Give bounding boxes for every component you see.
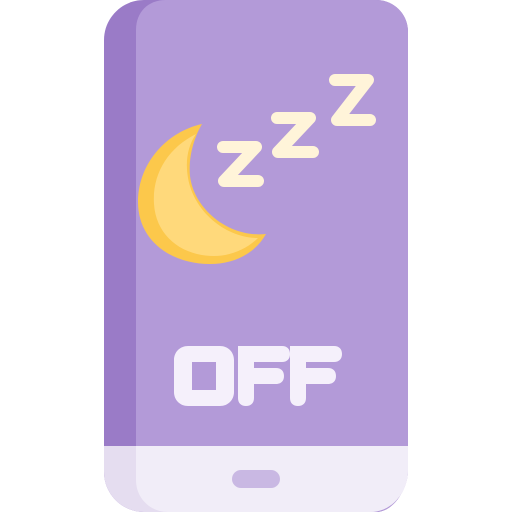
home-button[interactable] [232, 470, 280, 488]
sleep-phone-icon: OFF [0, 0, 512, 512]
phone-illustration [104, 0, 408, 512]
